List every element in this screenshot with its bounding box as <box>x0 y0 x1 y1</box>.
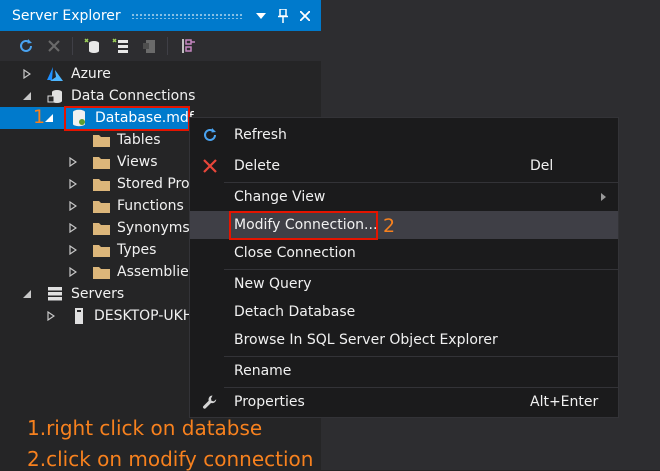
tree-label: Tables <box>117 132 161 148</box>
modify-connection-highlight-box <box>229 211 378 240</box>
menu-item-close-connection[interactable]: Close Connection <box>190 239 618 267</box>
close-icon[interactable] <box>295 6 315 26</box>
menu-label: Refresh <box>234 127 287 143</box>
expand-arrow-icon[interactable] <box>68 267 78 277</box>
tree-label: DESKTOP-UKH <box>94 308 194 324</box>
properties-view-icon[interactable] <box>176 34 200 58</box>
servers-icon <box>46 285 64 303</box>
collapse-arrow-icon[interactable] <box>44 113 54 123</box>
menu-item-new-query[interactable]: New Query <box>190 270 618 298</box>
instruction-step-2: 2.click on modify connection <box>27 447 314 471</box>
menu-label: Browse In SQL Server Object Explorer <box>234 332 498 348</box>
tree-item-data-connections[interactable]: Data Connections <box>0 85 321 107</box>
menu-label: Rename <box>234 363 292 379</box>
menu-item-properties[interactable]: Properties Alt+Enter <box>190 388 618 416</box>
folder-icon <box>93 263 111 281</box>
tree-label: Views <box>117 154 158 170</box>
menu-item-change-view[interactable]: Change View <box>190 183 618 211</box>
menu-label: New Query <box>234 276 312 292</box>
expand-arrow-icon[interactable] <box>68 157 78 167</box>
toolbar-separator <box>167 37 168 55</box>
context-menu: Refresh Delete Del Change View Modify Co… <box>189 117 619 418</box>
connect-database-icon[interactable] <box>81 34 105 58</box>
folder-icon <box>93 219 111 237</box>
instruction-step-1: 1.right click on databse <box>27 416 263 440</box>
tree-label: Azure <box>71 66 111 82</box>
folder-icon <box>93 153 111 171</box>
tree-label: Types <box>117 242 157 258</box>
dropdown-icon[interactable] <box>251 6 271 26</box>
expand-arrow-icon[interactable] <box>68 223 78 233</box>
refresh-icon <box>200 125 220 145</box>
tree-label: Synonyms <box>117 220 190 236</box>
tree-label: Assemblies <box>117 264 196 280</box>
menu-item-browse-sql-server[interactable]: Browse In SQL Server Object Explorer <box>190 326 618 354</box>
azure-icon <box>46 65 64 83</box>
connect-server-icon[interactable] <box>109 34 133 58</box>
titlebar-grip[interactable] <box>130 12 243 19</box>
menu-item-delete[interactable]: Delete Del <box>190 152 618 180</box>
menu-item-detach-database[interactable]: Detach Database <box>190 298 618 326</box>
server-explorer-titlebar: Server Explorer <box>0 0 321 31</box>
tree-item-azure[interactable]: Azure <box>0 63 321 85</box>
menu-label: Delete <box>234 158 280 174</box>
menu-shortcut: Alt+Enter <box>530 394 599 410</box>
menu-shortcut: Del <box>530 158 554 174</box>
tree-label: Functions <box>117 198 184 214</box>
folder-icon <box>93 131 111 149</box>
pin-icon[interactable] <box>273 6 293 26</box>
data-connections-icon <box>46 87 64 105</box>
menu-label: Change View <box>234 189 326 205</box>
server-explorer-toolbar <box>0 31 321 61</box>
computer-icon <box>70 307 88 325</box>
tree-label: Data Connections <box>71 88 196 104</box>
menu-label: Close Connection <box>234 245 356 261</box>
connect-sharepoint-icon[interactable] <box>137 34 161 58</box>
expand-arrow-icon[interactable] <box>46 311 56 321</box>
submenu-arrow-icon <box>601 193 606 201</box>
collapse-arrow-icon[interactable] <box>22 289 32 299</box>
menu-item-refresh[interactable]: Refresh <box>190 121 618 149</box>
step-marker-2: 2 <box>383 215 396 237</box>
menu-label: Properties <box>234 394 305 410</box>
collapse-arrow-icon[interactable] <box>22 91 32 101</box>
database-highlight-box <box>64 106 190 131</box>
wrench-icon <box>200 392 220 412</box>
expand-arrow-icon[interactable] <box>68 201 78 211</box>
toolbar-separator <box>72 37 73 55</box>
expand-arrow-icon[interactable] <box>68 179 78 189</box>
menu-item-rename[interactable]: Rename <box>190 357 618 385</box>
menu-label: Detach Database <box>234 304 356 320</box>
refresh-icon[interactable] <box>14 34 38 58</box>
expand-arrow-icon[interactable] <box>68 245 78 255</box>
folder-icon <box>93 197 111 215</box>
folder-icon <box>93 175 111 193</box>
panel-title: Server Explorer <box>12 7 121 24</box>
tree-label: Servers <box>71 286 125 302</box>
expand-arrow-icon[interactable] <box>22 69 32 79</box>
tree-label: Stored Proc <box>117 176 198 192</box>
delete-icon <box>200 156 220 176</box>
step-marker-1: 1 <box>33 106 46 128</box>
folder-icon <box>93 241 111 259</box>
stop-icon[interactable] <box>42 34 66 58</box>
